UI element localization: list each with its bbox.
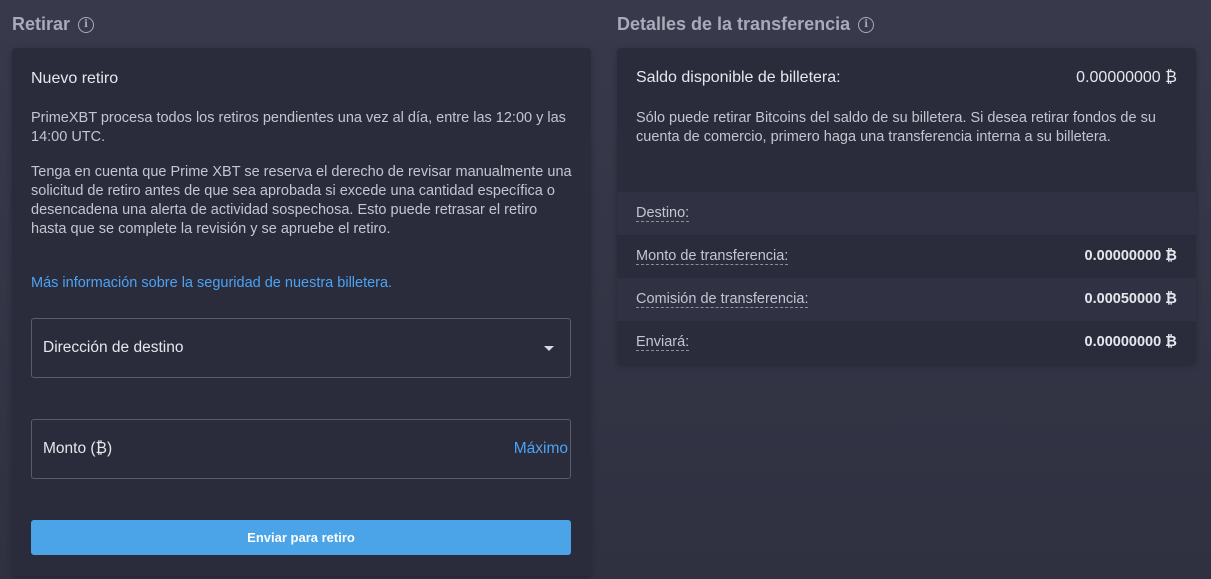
transfer-title-text: Detalles de la transferencia [617,14,851,34]
destination-address-select[interactable]: Dirección de destino [31,318,571,378]
detail-row-amount: Monto de transferencia: 0.00000000 ₿ [617,235,1196,278]
withdraw-panel: Nuevo retiro PrimeXBT procesa todos los … [12,48,591,576]
panel-heading: Nuevo retiro [31,70,119,87]
detail-label: Destino: [636,205,690,222]
processing-info-text: PrimeXBT procesa todos los retiros pendi… [31,110,566,145]
detail-row-destination: Destino: [617,192,1196,235]
max-amount-button[interactable]: Máximo [514,440,568,458]
transfer-details-panel: Saldo disponible de billetera: 0.0000000… [617,48,1196,364]
destination-address-label: Dirección de destino [43,339,184,356]
wallet-note-text: Sólo puede retirar Bitcoins del saldo de… [636,110,1156,145]
detail-value: 0.00000000 ₿ [1084,334,1177,350]
detail-row-fee: Comisión de transferencia: 0.00050000 ₿ [617,278,1196,321]
info-icon[interactable]: i [858,16,875,33]
detail-label: Monto de transferencia: [636,248,789,265]
withdraw-title-text: Retirar [12,14,71,34]
submit-withdrawal-button[interactable]: Enviar para retiro [31,520,571,555]
transfer-section-title: Detalles de la transferencia i [617,14,875,35]
chevron-down-icon [544,346,554,351]
amount-input[interactable]: Monto (₿) Máximo [31,419,571,479]
detail-value: 0.00000000 ₿ [1084,248,1177,264]
withdraw-section-title: Retirar i [12,14,95,35]
detail-row-send: Enviará: 0.00000000 ₿ [617,321,1196,364]
amount-label: Monto (₿) [43,440,113,457]
review-notice-text: Tenga en cuenta que Prime XBT se reserva… [31,164,572,237]
wallet-balance-value: 0.00000000 ₿ [1076,69,1177,86]
security-info-link[interactable]: Más información sobre la seguridad de nu… [31,275,392,291]
detail-label: Enviará: [636,334,690,351]
info-icon[interactable]: i [78,16,95,33]
detail-value: 0.00050000 ₿ [1084,291,1177,307]
detail-label: Comisión de transferencia: [636,291,809,308]
wallet-balance-row: Saldo disponible de billetera: 0.0000000… [636,69,1177,87]
wallet-balance-label: Saldo disponible de billetera: [636,69,841,86]
